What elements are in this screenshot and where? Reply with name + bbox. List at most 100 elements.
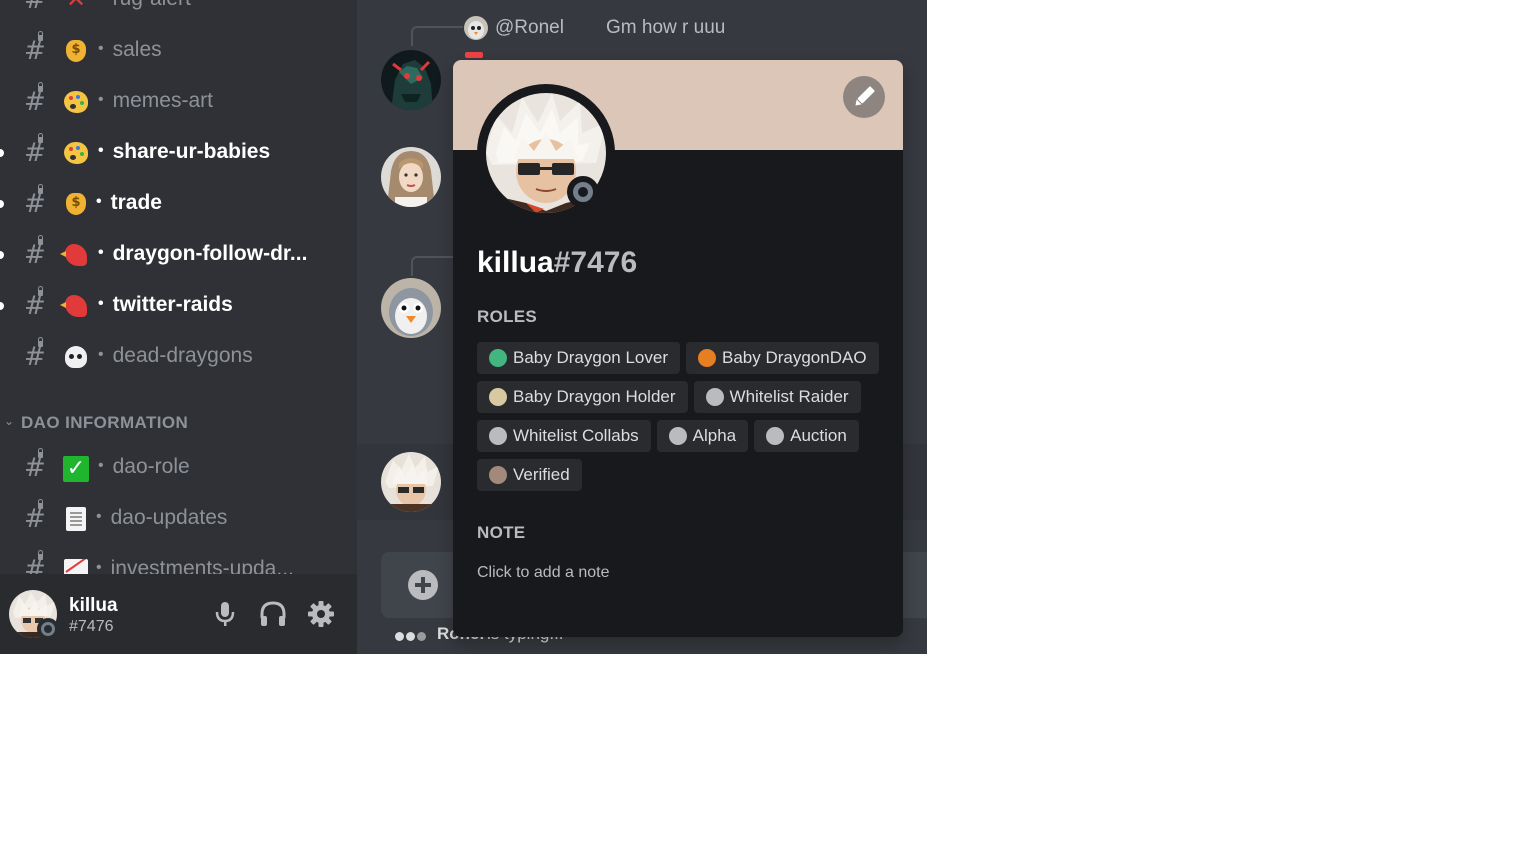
role-color-dot-icon[interactable]	[766, 427, 785, 445]
offline-status-icon	[567, 176, 599, 208]
role-pill[interactable]: Baby Draygon Holder	[477, 381, 688, 413]
text-channel-hash-icon: #	[24, 133, 46, 168]
channel-rug-alert[interactable]: # ✕ •rug-alert	[0, 0, 357, 22]
role-pill[interactable]: Whitelist Raider	[693, 381, 861, 413]
cross-mark-emoji-icon: ✕	[62, 0, 90, 14]
palette-emoji-icon	[62, 139, 90, 167]
note-input[interactable]: Click to add a note	[477, 564, 610, 582]
role-color-dot-icon[interactable]	[489, 388, 507, 406]
text-channel-hash-icon: #	[24, 337, 46, 372]
role-color-dot-icon[interactable]	[489, 349, 507, 367]
user-tag: #7476	[69, 618, 114, 635]
gear-icon[interactable]	[305, 598, 337, 630]
typing-dots-icon	[395, 628, 428, 646]
role-name: Whitelist Raider	[729, 387, 849, 406]
unread-indicator	[0, 200, 4, 208]
text-channel-hash-icon: #	[24, 184, 46, 219]
role-color-dot-icon[interactable]	[668, 427, 687, 445]
role-pill[interactable]: Baby DraygonDAO	[685, 342, 879, 374]
unread-indicator	[0, 302, 4, 310]
channel-name: dao-updates	[110, 506, 228, 529]
message-author-fragment	[465, 52, 483, 58]
money-bag-emoji-icon	[62, 37, 90, 65]
palette-emoji-icon	[62, 88, 90, 116]
roles-heading: ROLES	[477, 307, 538, 326]
headphones-icon[interactable]	[257, 598, 289, 630]
check-mark-emoji-icon: ✓	[62, 454, 90, 482]
channel-share-ur-babies[interactable]: # • share-ur-babies	[0, 131, 357, 175]
profile-avatar-frame	[477, 84, 615, 222]
channel-dao-role[interactable]: # ✓ • dao-role	[0, 446, 357, 490]
role-pill[interactable]: Alpha	[656, 420, 749, 452]
channel-dead-draygons[interactable]: # • dead-draygons	[0, 335, 357, 379]
avatar[interactable]	[381, 278, 441, 338]
text-channel-hash-icon: #	[24, 499, 46, 534]
avatar[interactable]	[381, 50, 441, 110]
channel-name: draygon-follow-dr...	[112, 242, 308, 265]
profile-username: killua#7476	[477, 246, 638, 279]
red-bird-emoji-icon	[60, 241, 90, 269]
role-pill[interactable]: Verified	[477, 459, 582, 491]
role-name: Baby Draygon Holder	[513, 387, 676, 406]
user-profile-popout: killua#7476 ROLES Baby Draygon Lover Baby…	[453, 60, 903, 637]
profile-discriminator: #7476	[553, 246, 638, 279]
money-bag-emoji-icon	[62, 190, 90, 218]
role-name: Auction	[790, 426, 847, 445]
reply-connector	[411, 26, 463, 46]
add-attachment-icon[interactable]	[408, 570, 438, 600]
avatar[interactable]	[381, 147, 441, 207]
category-label: DAO INFORMATION	[21, 413, 189, 432]
reply-text: Gm how r uuu	[606, 17, 726, 38]
channel-trade[interactable]: # •trade	[0, 182, 357, 226]
offline-status-icon	[37, 618, 59, 640]
unread-indicator	[0, 251, 4, 259]
channel-name: dao-role	[112, 455, 190, 478]
channel-name: share-ur-babies	[112, 140, 271, 163]
role-color-dot-icon[interactable]	[697, 349, 716, 367]
role-name: Baby DraygonDAO	[721, 348, 867, 367]
channel-name: twitter-raids	[112, 293, 233, 316]
channel-name: sales	[112, 38, 162, 61]
username: killua	[69, 595, 118, 616]
page-emoji-icon	[62, 505, 90, 533]
unread-indicator	[0, 149, 4, 157]
text-channel-hash-icon: #	[24, 235, 46, 270]
text-channel-hash-icon: #	[24, 0, 46, 15]
role-pill[interactable]: Baby Draygon Lover	[477, 342, 680, 374]
role-name: Whitelist Collabs	[513, 426, 639, 445]
role-pill[interactable]: Whitelist Collabs	[477, 420, 651, 452]
channel-dao-updates[interactable]: # • dao-updates	[0, 497, 357, 541]
channel-name: rug-alert	[113, 0, 191, 10]
role-color-dot-icon[interactable]	[489, 466, 507, 484]
role-list: Baby Draygon Lover Baby DraygonDAO Baby Dr…	[477, 342, 887, 498]
channel-name: dead-draygons	[112, 344, 253, 367]
edit-profile-button[interactable]	[843, 76, 885, 118]
channel-memes-art[interactable]: # • memes-art	[0, 80, 357, 124]
channel-name: memes-art	[112, 89, 213, 112]
channel-twitter-raids[interactable]: # • twitter-raids	[0, 284, 357, 328]
text-channel-hash-icon: #	[24, 82, 46, 117]
role-name: Alpha	[692, 426, 737, 445]
text-channel-hash-icon: #	[24, 448, 46, 483]
pencil-icon	[855, 86, 875, 106]
role-name: Verified	[513, 465, 570, 484]
avatar	[464, 16, 488, 40]
red-bird-emoji-icon	[60, 292, 90, 320]
discord-window: # ✕ •rug-alert # •sales # •memes-art # •…	[0, 0, 927, 654]
channel-draygon-follow[interactable]: # • draygon-follow-dr...	[0, 233, 357, 277]
channel-sidebar: # ✕ •rug-alert # •sales # •memes-art # •…	[0, 0, 357, 654]
chevron-down-icon: ⌄	[4, 414, 15, 428]
text-channel-hash-icon: #	[24, 31, 46, 66]
microphone-icon[interactable]	[209, 598, 241, 630]
skull-emoji-icon	[62, 343, 90, 371]
role-name: Baby Draygon Lover	[513, 348, 668, 367]
avatar[interactable]	[381, 452, 441, 512]
channel-name: trade	[110, 191, 162, 214]
reply-author: @Ronel	[495, 17, 564, 38]
channel-sales[interactable]: # •sales	[0, 29, 357, 73]
role-pill[interactable]: Auction	[754, 420, 859, 452]
role-color-dot-icon[interactable]	[489, 427, 507, 445]
text-channel-hash-icon: #	[24, 286, 46, 321]
user-panel: killua #7476	[0, 574, 357, 654]
role-color-dot-icon[interactable]	[705, 388, 724, 406]
